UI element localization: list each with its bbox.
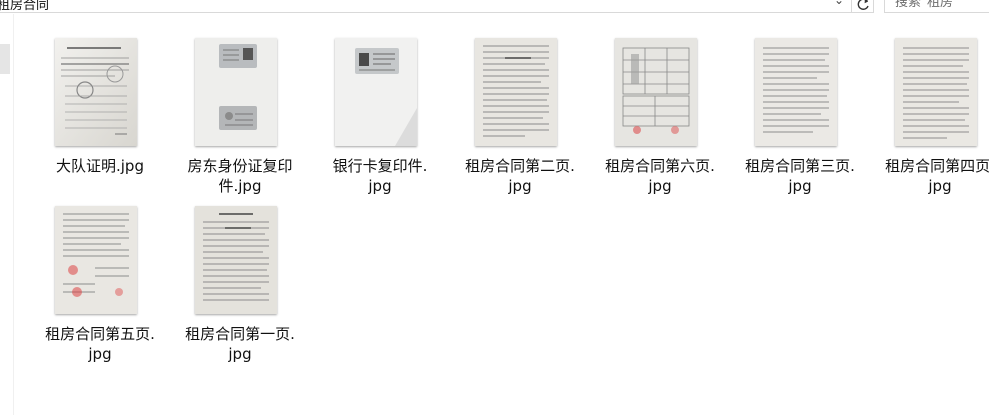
image-thumbnail[interactable] <box>55 38 137 146</box>
file-tile[interactable]: 租房合同第一页. jpg <box>170 198 310 368</box>
file-name-line: 大队证明.jpg <box>56 157 144 175</box>
image-thumbnail[interactable] <box>335 38 417 146</box>
file-name[interactable]: 租房合同第二页. jpg <box>450 156 590 196</box>
image-thumbnail[interactable] <box>475 38 557 146</box>
file-name[interactable]: 租房合同第一页. jpg <box>170 324 310 364</box>
file-grid: 大队证明.jpg 房东身份证复印 件.jpg 银行卡复印件. jpg 租房合同第… <box>30 30 989 415</box>
file-tile[interactable]: 银行卡复印件. jpg <box>310 30 450 200</box>
file-name[interactable]: 大队证明.jpg <box>30 156 170 176</box>
file-name[interactable]: 租房合同第三页. jpg <box>730 156 870 196</box>
file-name-line: 银行卡复印件. <box>332 157 428 175</box>
file-name[interactable]: 银行卡复印件. jpg <box>310 156 450 196</box>
file-name-line: 租房合同第一页. <box>185 325 295 343</box>
file-tile[interactable]: 租房合同第二页. jpg <box>450 30 590 200</box>
address-path[interactable]: 租房合同 <box>0 0 49 13</box>
file-tile[interactable]: 大队证明.jpg <box>30 30 170 200</box>
file-tile[interactable]: 租房合同第四页. jpg <box>870 30 989 200</box>
file-name[interactable]: 租房合同第四页. jpg <box>870 156 989 196</box>
file-name-line: 租房合同第五页. <box>45 325 155 343</box>
nav-selected-item[interactable] <box>0 44 10 74</box>
search-input[interactable]: 搜索"租房" <box>884 0 989 13</box>
navigation-pane[interactable] <box>0 14 14 415</box>
file-name-line: jpg <box>928 177 952 195</box>
file-name-line: jpg <box>508 177 532 195</box>
file-name-line: jpg <box>368 177 392 195</box>
file-name-line: jpg <box>648 177 672 195</box>
file-name[interactable]: 租房合同第六页. jpg <box>590 156 730 196</box>
image-thumbnail[interactable] <box>55 206 137 314</box>
file-name-line: jpg <box>228 345 252 363</box>
file-name[interactable]: 房东身份证复印 件.jpg <box>170 156 310 196</box>
file-name-line: 房东身份证复印 <box>187 157 293 175</box>
file-name-line: 租房合同第三页. <box>745 157 855 175</box>
file-name-line: 租房合同第四页. <box>885 157 989 175</box>
file-name-line: jpg <box>788 177 812 195</box>
image-thumbnail[interactable] <box>195 206 277 314</box>
file-tile[interactable]: 房东身份证复印 件.jpg <box>170 30 310 200</box>
image-thumbnail[interactable] <box>895 38 977 146</box>
file-name-line: 租房合同第六页. <box>605 157 715 175</box>
image-thumbnail[interactable] <box>615 38 697 146</box>
file-name[interactable]: 租房合同第五页. jpg <box>30 324 170 364</box>
file-tile[interactable]: 租房合同第六页. jpg <box>590 30 730 200</box>
image-thumbnail[interactable] <box>195 38 277 146</box>
file-name-line: jpg <box>88 345 112 363</box>
file-tile[interactable]: 租房合同第三页. jpg <box>730 30 870 200</box>
image-thumbnail[interactable] <box>755 38 837 146</box>
search-placeholder: 搜索"租房" <box>895 0 959 10</box>
refresh-icon[interactable] <box>852 0 874 13</box>
top-bar: 租房合同 ⌄ 搜索"租房" <box>0 0 989 14</box>
file-tile[interactable]: 租房合同第五页. jpg <box>30 198 170 368</box>
chevron-down-icon[interactable]: ⌄ <box>834 0 844 7</box>
file-name-line: 租房合同第二页. <box>465 157 575 175</box>
address-bar[interactable] <box>0 0 874 13</box>
file-name-line: 件.jpg <box>218 177 262 195</box>
